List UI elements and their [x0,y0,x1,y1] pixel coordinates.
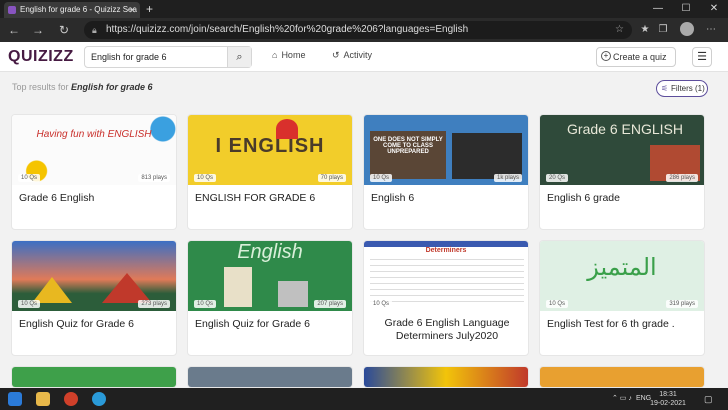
quiz-thumbnail [12,367,176,387]
heart-icon [276,119,298,139]
quiz-card[interactable] [363,366,529,388]
quiz-thumbnail [540,367,704,387]
questions-badge: 10 Qs [370,174,393,182]
language-indicator[interactable]: ENG [636,388,651,410]
home-icon: ⌂ [272,50,278,60]
plays-badge: 207 plays [314,300,346,308]
quiz-card[interactable]: Having fun with ENGLISH 10 Qs 813 plays … [11,114,177,230]
thumbnail-text: المتميز [587,253,657,281]
quiz-title: English Test for 6 th grade . [547,318,675,330]
nav-home[interactable]: ⌂ Home [272,50,305,60]
thumbnail-text: I ENGLISH [215,135,325,157]
plays-badge: 319 plays [666,300,698,308]
hamburger-menu-icon[interactable]: ☰ [692,47,712,67]
filters-button[interactable]: ⚟ Filters (1) [656,80,708,97]
thumbnail-text: Having fun with ENGLISH [36,129,152,140]
thumbnail-text: ONE DOES NOT SIMPLY COME TO CLASS UNPREP… [373,137,443,155]
site-header: QUIZIZZ ⌕ ⌂Home ↺Activity + Create a qui… [0,42,728,72]
plays-badge: 1k plays [493,174,522,182]
favorite-star-icon[interactable]: ☆ [615,21,624,39]
quiz-card[interactable]: I ENGLISH 10 Qs 70 plays ENGLISH FOR GRA… [187,114,353,230]
quiz-title: English Quiz for Grade 6 [19,318,134,330]
quiz-title: English 6 [371,192,415,204]
plays-badge: 70 plays [317,174,346,182]
favorites-icon[interactable]: ★ [638,23,652,37]
quiz-thumbnail [364,367,528,387]
collections-icon[interactable]: ❐ [656,23,670,37]
new-tab-button[interactable]: + [146,2,153,16]
tab-title: English for grade 6 - Quizizz Sea [20,5,137,14]
search-box: ⌕ [84,46,252,68]
quiz-card[interactable]: Grade 6 ENGLISH 20 Qs 286 plays English … [539,114,705,230]
chrome-icon[interactable] [64,392,78,406]
quiz-card[interactable]: Determiners 10 Qs Grade 6 English Langua… [363,240,529,356]
questions-badge: 10 Qs [194,300,217,308]
plus-icon: + [601,51,611,61]
quiz-card[interactable]: 10 Qs 273 plays English Quiz for Grade 6 [11,240,177,356]
plays-badge: 286 plays [666,174,698,182]
thumbnail-text: Determiners [425,247,467,254]
minimize-button[interactable]: — [644,0,672,18]
filter-icon: ⚟ [661,84,669,93]
quiz-card[interactable]: English 10 Qs 207 plays English Quiz for… [187,240,353,356]
clock-date: 19-02-2021 [650,400,686,407]
questions-badge: 20 Qs [546,174,569,182]
results-heading: Top results for English for grade 6 [12,82,153,92]
quiz-card[interactable]: ONE DOES NOT SIMPLY COME TO CLASS UNPREP… [363,114,529,230]
questions-badge: 10 Qs [194,174,217,182]
quiz-thumbnail [188,367,352,387]
questions-badge: 10 Qs [370,300,393,308]
windows-taskbar: ⌃ ▭ ♪ ENG 18:31 19-02-2021 ▢ [0,388,728,410]
tab-close-icon[interactable]: ✕ [128,2,136,18]
windows-start-icon[interactable] [8,392,22,406]
questions-badge: 10 Qs [18,174,41,182]
refresh-icon[interactable]: ↻ [56,22,72,38]
quiz-title: English Quiz for Grade 6 [195,318,310,330]
browser-tab[interactable]: English for grade 6 - Quizizz Sea ✕ [4,2,140,18]
browser-toolbar: ← → ↻ 🔒︎ https://quizizz.com/join/search… [0,18,728,42]
profile-avatar[interactable] [680,22,694,36]
quizizz-logo[interactable]: QUIZIZZ [8,48,74,66]
lock-icon: 🔒︎ [92,25,97,35]
search-icon[interactable]: ⌕ [227,47,251,67]
create-quiz-button[interactable]: + Create a quiz [596,47,676,67]
thumbnail-text: Grade 6 ENGLISH [567,121,683,137]
quiz-title: Grade 6 English Language Determiners Jul… [384,317,510,342]
system-tray-icons[interactable]: ⌃ ▭ ♪ [612,388,632,410]
questions-badge: 10 Qs [18,300,41,308]
url-text: https://quizizz.com/join/search/English%… [106,24,469,35]
questions-badge: 10 Qs [546,300,569,308]
quiz-card[interactable] [187,366,353,388]
quizizz-favicon-icon [8,6,16,14]
nav-activity[interactable]: ↺ Activity [332,50,372,61]
maximize-button[interactable]: ☐ [672,0,700,18]
file-explorer-icon[interactable] [36,392,50,406]
quiz-title: Grade 6 English [19,192,95,204]
thumbnail-text: English [237,241,303,263]
quiz-title: English 6 grade [547,192,620,204]
notifications-icon[interactable]: ▢ [704,388,713,410]
edge-icon[interactable] [92,392,106,406]
close-window-button[interactable]: ✕ [700,0,728,18]
quiz-card[interactable] [539,366,705,388]
plays-badge: 813 plays [138,174,170,182]
quiz-card[interactable]: المتميز 10 Qs 319 plays English Test for… [539,240,705,356]
more-menu-icon[interactable]: ⋯ [704,23,718,37]
clock-time: 18:31 [659,391,677,398]
address-bar[interactable]: 🔒︎ https://quizizz.com/join/search/Engli… [84,21,632,39]
search-input[interactable] [91,49,225,65]
quiz-card[interactable] [11,366,177,388]
back-icon[interactable]: ← [6,22,22,38]
browser-tab-bar: English for grade 6 - Quizizz Sea ✕ + — … [0,0,728,18]
clock[interactable]: 18:31 19-02-2021 [650,390,686,408]
history-icon: ↺ [332,50,340,60]
forward-icon[interactable]: → [30,22,46,38]
quiz-title: ENGLISH FOR GRADE 6 [195,192,316,204]
plays-badge: 273 plays [138,300,170,308]
results-query: English for grade 6 [71,82,153,92]
